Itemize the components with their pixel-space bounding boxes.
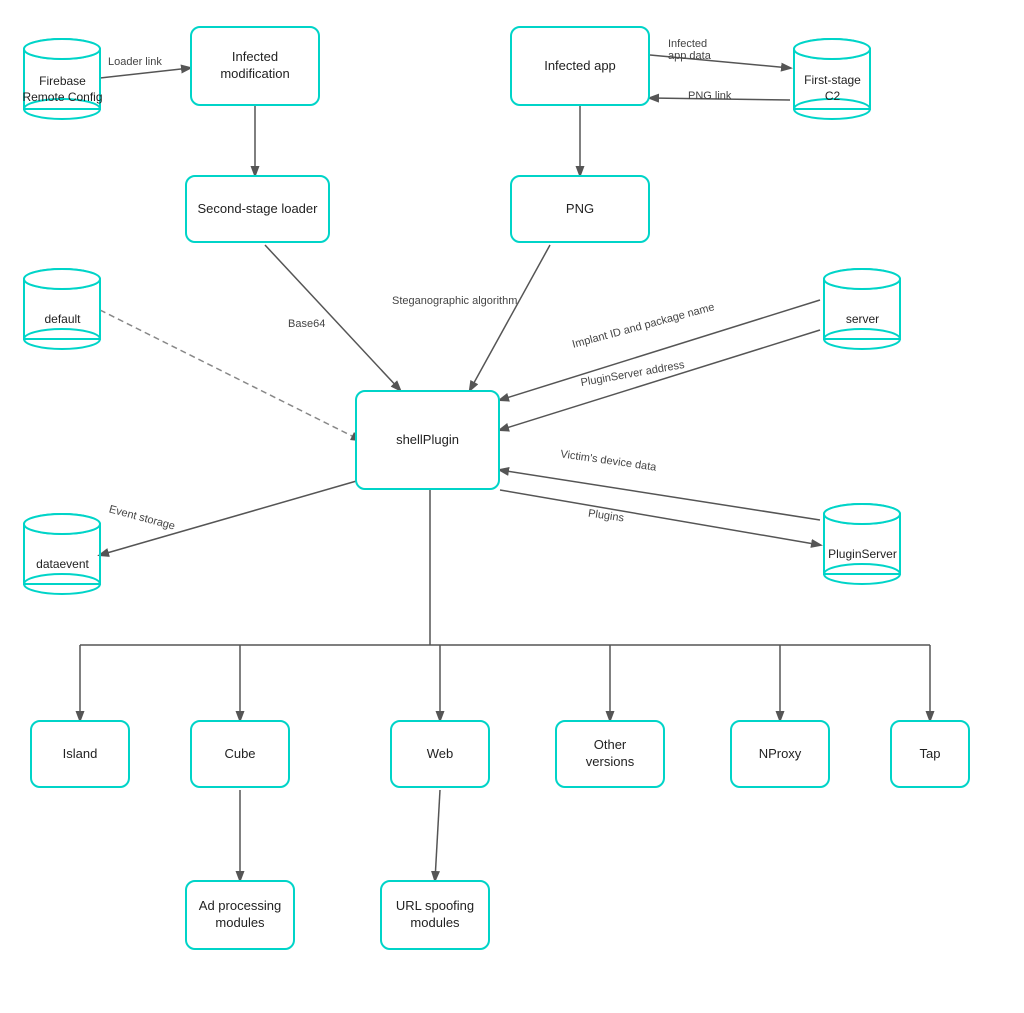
diagram: Firebase Remote Config Infected modifica… (0, 0, 1024, 1013)
implant-id-label: Implant ID and package name (571, 301, 716, 351)
infected-mod-label: Infected modification (220, 49, 289, 83)
pluginserver-node: PluginServer (820, 500, 905, 590)
cube-node: Cube (190, 720, 290, 788)
infected-app-node: Infected app (510, 26, 650, 106)
island-label: Island (63, 746, 98, 763)
infected-app-label: Infected app (544, 58, 616, 75)
dataevent-node: dataevent (20, 510, 105, 600)
first-stage-label: First-stage C2 (804, 73, 861, 104)
png-node: PNG (510, 175, 650, 243)
shellplugin-node: shellPlugin (355, 390, 500, 490)
cube-label: Cube (224, 746, 255, 763)
url-spoofing-label: URL spoofing modules (396, 898, 474, 932)
plugins-label: Plugins (587, 508, 624, 525)
firebase-node: Firebase Remote Config (20, 35, 105, 125)
loader-link-label: Loader link (108, 56, 162, 68)
pluginserver-label: PluginServer (828, 547, 897, 563)
island-node: Island (30, 720, 130, 788)
server-node: server (820, 265, 905, 355)
infected-mod-node: Infected modification (190, 26, 320, 106)
web-node: Web (390, 720, 490, 788)
nproxy-node: NProxy (730, 720, 830, 788)
ad-processing-label: Ad processing modules (199, 898, 281, 932)
tap-node: Tap (890, 720, 970, 788)
pluginserver-address-label: PluginServer address (580, 359, 686, 389)
other-versions-label: Other versions (586, 737, 634, 771)
server-label: server (846, 312, 879, 328)
png-label: PNG (566, 201, 594, 218)
other-versions-node: Other versions (555, 720, 665, 788)
default-label: default (44, 312, 80, 328)
first-stage-node: First-stage C2 (790, 35, 875, 125)
steganographic-label: Steganographic algorithm (392, 295, 517, 307)
event-storage-label: Event storage (108, 503, 177, 532)
nproxy-label: NProxy (759, 746, 802, 763)
default-node: default (20, 265, 105, 355)
url-spoofing-node: URL spoofing modules (380, 880, 490, 950)
infected-app-data-label: Infected app data (668, 38, 711, 62)
base64-label: Base64 (288, 318, 325, 330)
web-label: Web (427, 746, 454, 763)
victims-device-label: Victim's device data (560, 448, 657, 473)
second-stage-label: Second-stage loader (198, 201, 318, 218)
firebase-label: Firebase Remote Config (20, 74, 105, 105)
png-link-label: PNG link (688, 90, 731, 102)
dataevent-label: dataevent (36, 557, 89, 573)
second-stage-node: Second-stage loader (185, 175, 330, 243)
tap-label: Tap (920, 746, 941, 763)
shellplugin-label: shellPlugin (396, 432, 459, 449)
ad-processing-node: Ad processing modules (185, 880, 295, 950)
